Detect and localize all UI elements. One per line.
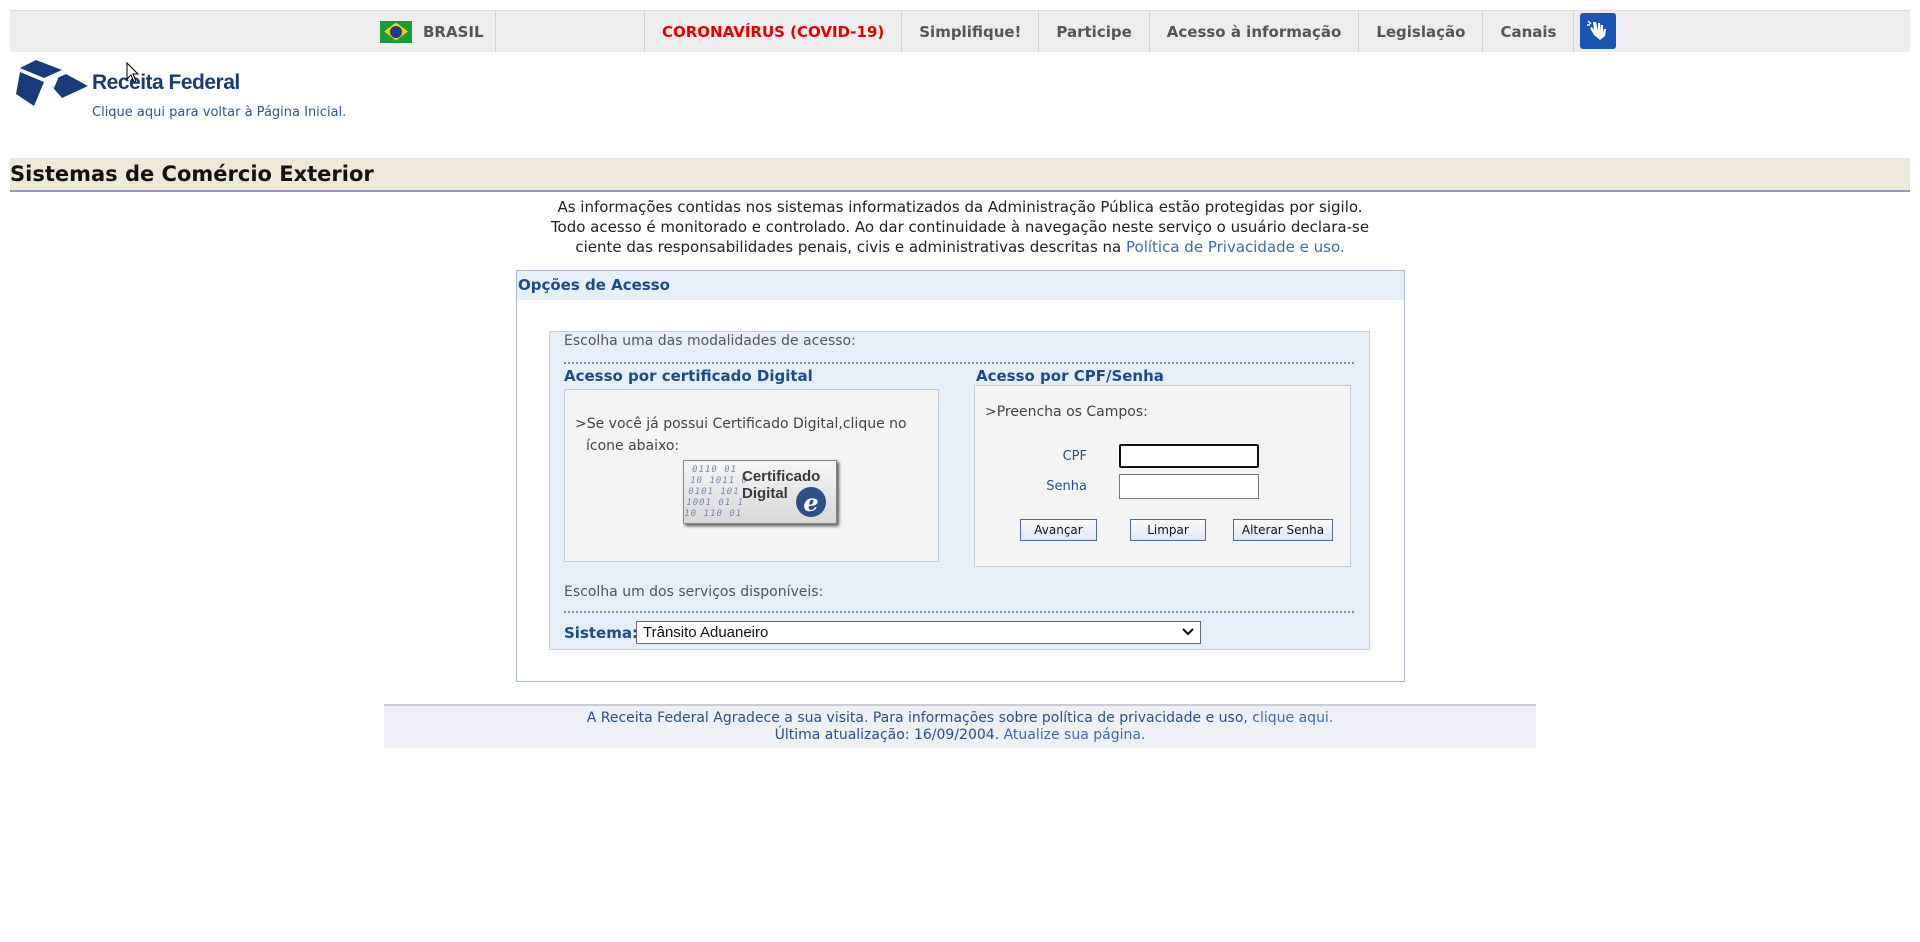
hand-sign-language-icon[interactable] — [1580, 13, 1617, 49]
brasil-label: BRASIL — [423, 22, 484, 41]
cert-access-box: >Se você já possui Certificado Digital,c… — [564, 389, 939, 562]
sistema-label: Sistema: — [564, 624, 638, 642]
receita-federal-logo-link[interactable]: Receita Federal Clique aqui para voltar … — [14, 56, 374, 126]
cert-access-title: Acesso por certificado Digital — [564, 367, 813, 385]
gov-bar-menu: BRASIL CORONAVÍRUS (COVID-19) Simplifiqu… — [368, 11, 1617, 52]
last-update-text: Última atualização: 16/09/2004. — [774, 727, 1000, 743]
senha-input[interactable] — [1119, 474, 1259, 499]
choose-mode-label: Escolha uma das modalidades de acesso: — [564, 333, 856, 349]
cpf-input[interactable] — [1119, 444, 1259, 468]
limpar-button[interactable]: Limpar — [1130, 519, 1206, 541]
menu-covid[interactable]: CORONAVÍRUS (COVID-19) — [645, 11, 903, 52]
sistema-select[interactable]: Trânsito Aduaneiro — [636, 621, 1201, 644]
brazil-flag-icon — [380, 20, 412, 43]
panel-header: Opções de Acesso — [517, 271, 1404, 300]
title-bar: Sistemas de Comércio Exterior — [10, 158, 1910, 192]
chevron-down-icon — [1181, 623, 1195, 645]
refresh-page-link[interactable]: Atualize sua página. — [1004, 727, 1146, 743]
menu-acesso-informacao[interactable]: Acesso à informação — [1150, 11, 1360, 52]
brasil-link[interactable]: BRASIL — [368, 11, 496, 52]
notice-line-3: ciente das responsabilidades penais, civ… — [575, 238, 1122, 256]
menu-legislacao[interactable]: Legislação — [1359, 11, 1484, 52]
access-options-panel: Opções de Acesso Escolha uma das modalid… — [516, 270, 1405, 682]
cert-button-line-1: Certificado — [742, 468, 821, 485]
cert-button-line-2: Digital — [742, 485, 788, 502]
footer-line-1: A Receita Federal Agradece a sua visita.… — [384, 706, 1536, 727]
notice-line-3-wrap: ciente das responsabilidades penais, civ… — [516, 237, 1404, 257]
privacy-info-link[interactable]: clique aqui. — [1252, 710, 1333, 726]
footer-line-2: Última atualização: 16/09/2004. Atualize… — [384, 727, 1536, 744]
logo-title: Receita Federal — [92, 71, 240, 94]
cert-instructions-2: ícone abaixo: — [586, 438, 680, 454]
cpf-access-title: Acesso por CPF/Senha — [976, 367, 1164, 385]
choose-service-label: Escolha um dos serviços disponíveis: — [564, 584, 824, 600]
e-cert-icon: e — [796, 487, 826, 517]
gov-bar-spacer — [496, 11, 645, 52]
alterar-senha-button[interactable]: Alterar Senha — [1233, 519, 1333, 541]
access-modes-box: Escolha uma das modalidades de acesso: A… — [549, 331, 1370, 650]
sistema-selected-value: Trânsito Aduaneiro — [643, 624, 769, 641]
privacy-policy-link[interactable]: Política de Privacidade e uso. — [1126, 238, 1345, 256]
dotted-divider-2 — [564, 611, 1354, 613]
notice-line-2: Todo acesso é monitorado e controlado. A… — [550, 218, 1370, 236]
logo-home-link[interactable]: Clique aqui para voltar à Página Inicial… — [92, 105, 346, 120]
receita-federal-logo-icon — [16, 60, 88, 106]
panel-title: Opções de Acesso — [518, 276, 670, 294]
page-title: Sistemas de Comércio Exterior — [10, 162, 374, 186]
menu-canais[interactable]: Canais — [1483, 11, 1575, 52]
cpf-access-box: >Preencha os Campos: CPF Senha Avançar L… — [974, 385, 1351, 567]
mouse-cursor-icon — [126, 62, 140, 83]
notice-line-1: As informações contidas nos sistemas inf… — [557, 198, 1363, 216]
menu-participe[interactable]: Participe — [1039, 11, 1150, 52]
digital-certificate-button[interactable]: 0110 01 10 1011 0 0101 101 1001 01 1 10 110 … — [683, 460, 837, 524]
menu-simplifique[interactable]: Simplifique! — [902, 11, 1040, 52]
privacy-notice: As informações contidas nos sistemas inf… — [516, 197, 1404, 257]
cert-instructions-1: >Se você já possui Certificado Digital,c… — [575, 416, 907, 432]
dotted-divider — [564, 362, 1354, 364]
cpf-label: CPF — [1062, 449, 1087, 464]
avancar-button[interactable]: Avançar — [1020, 519, 1097, 541]
footer-thanks-text: A Receita Federal Agradece a sua visita.… — [586, 710, 1248, 726]
cpf-prompt: >Preencha os Campos: — [985, 404, 1148, 420]
page-footer: A Receita Federal Agradece a sua visita.… — [384, 704, 1536, 748]
gov-top-bar: BRASIL CORONAVÍRUS (COVID-19) Simplifiqu… — [10, 10, 1910, 52]
senha-label: Senha — [1046, 479, 1087, 494]
